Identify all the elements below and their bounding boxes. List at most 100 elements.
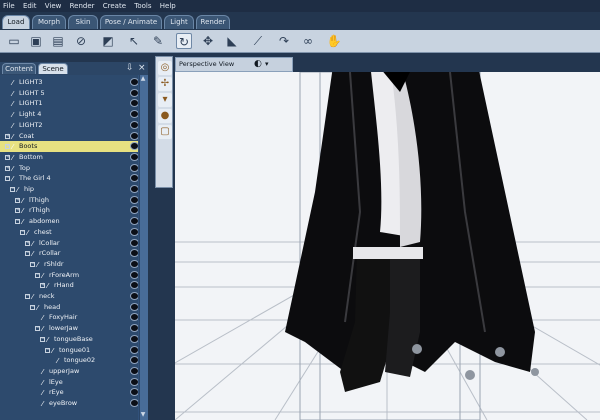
tree-row[interactable]: − ⁄ tongue01 <box>0 345 148 356</box>
tree-row[interactable]: + ⁄ rThigh <box>0 205 148 216</box>
tree-row[interactable]: ⁄ FoxyHair <box>0 312 148 323</box>
tree-row[interactable]: ⁄ LIGHT1 <box>0 98 148 109</box>
taper-icon[interactable]: ∞ <box>300 33 316 49</box>
close-icon[interactable]: ⊘ <box>73 33 89 49</box>
perspective-viewport[interactable] <box>175 72 600 420</box>
tree-row[interactable]: − ⁄ neck <box>0 291 148 302</box>
menu-create[interactable]: Create <box>100 0 129 10</box>
tree-row[interactable]: ⁄ rEye <box>0 387 148 398</box>
frame-view-icon[interactable]: ▢ <box>158 125 172 139</box>
twist-icon[interactable]: ↷ <box>276 33 292 49</box>
tab-morph[interactable]: Morph <box>32 15 66 29</box>
menu-edit[interactable]: Edit <box>20 0 40 10</box>
tree-row[interactable]: + ⁄ Bottom <box>0 152 148 163</box>
tree-row[interactable]: − ⁄ hip <box>0 184 148 195</box>
tab-pose-animate[interactable]: Pose / Animate <box>100 15 162 29</box>
expand-toggle-icon[interactable]: − <box>15 219 20 225</box>
dolly-view-icon[interactable]: ▾ <box>158 93 172 107</box>
tree-row[interactable]: − ⁄ abdomen <box>0 216 148 227</box>
expand-toggle-icon[interactable]: − <box>25 294 30 299</box>
expand-toggle-icon[interactable]: − <box>20 229 25 235</box>
tree-row-label: neck <box>39 292 55 300</box>
save-icon[interactable]: ▤ <box>50 33 66 49</box>
pin-icon[interactable]: ⇩ <box>126 63 134 73</box>
tree-row[interactable]: − ⁄ The Girl 4 <box>0 173 148 184</box>
expand-toggle-icon[interactable]: + <box>25 240 30 246</box>
expand-toggle-icon[interactable]: + <box>5 165 10 171</box>
tree-row-label: rHand <box>54 281 74 290</box>
select-icon[interactable]: ↖ <box>126 33 142 49</box>
tree-row[interactable]: + ⁄ Boots <box>0 141 148 153</box>
expand-toggle-icon[interactable]: + <box>5 133 10 139</box>
tab-render[interactable]: Render <box>196 15 230 29</box>
viewport-title[interactable]: Perspective View <box>179 58 234 71</box>
node-icon: ⁄ <box>42 400 44 408</box>
expand-toggle-icon[interactable]: + <box>15 208 20 214</box>
rotate-view-icon[interactable]: ◎ <box>158 61 172 75</box>
tree-row[interactable]: − ⁄ tongueBase <box>0 334 148 345</box>
expand-toggle-icon[interactable]: − <box>35 272 40 278</box>
morph-icon[interactable]: ✋ <box>326 33 342 49</box>
expand-toggle-icon[interactable]: − <box>30 304 35 310</box>
scale-icon[interactable]: ◣ <box>224 33 240 49</box>
menu-help[interactable]: Help <box>157 0 179 10</box>
tree-row[interactable]: + ⁄ Coat <box>0 131 148 142</box>
tab-load[interactable]: Load <box>2 15 30 29</box>
tree-row[interactable]: − ⁄ rShldr <box>0 259 148 270</box>
tree-row[interactable]: ⁄ LIGHT3 <box>0 77 148 88</box>
tree-row[interactable]: − ⁄ rCollar <box>0 248 148 259</box>
rotate-icon[interactable]: ↻ <box>176 33 192 49</box>
expand-toggle-icon[interactable]: + <box>15 197 20 203</box>
edit-icon[interactable]: ✎ <box>150 33 166 49</box>
expand-toggle-icon[interactable]: − <box>45 347 50 353</box>
tab-light[interactable]: Light <box>164 15 194 29</box>
expand-toggle-icon[interactable]: − <box>25 251 30 257</box>
expand-toggle-icon[interactable]: − <box>5 176 10 182</box>
menu-render[interactable]: Render <box>67 0 98 10</box>
menu-view[interactable]: View <box>42 0 65 10</box>
pan-view-icon[interactable]: ✢ <box>158 77 172 91</box>
tree-row[interactable]: − ⁄ head <box>0 302 148 313</box>
tree-row[interactable]: ⁄ eyeBrow <box>0 398 148 409</box>
tab-scene[interactable]: Scene <box>38 63 68 74</box>
close-panel-icon[interactable]: × <box>138 63 146 73</box>
room-tabs: Load Morph Skin Pose / Animate Light Ren… <box>0 14 600 30</box>
expand-toggle-icon[interactable]: + <box>5 154 10 160</box>
tree-row[interactable]: + ⁄ lCollar <box>0 238 148 249</box>
tab-skin[interactable]: Skin <box>68 15 98 29</box>
tree-row[interactable]: + ⁄ lThigh <box>0 195 148 206</box>
new-icon[interactable]: ▭ <box>6 33 22 49</box>
scrollbar[interactable]: ▲ ▼ <box>138 75 148 420</box>
scroll-up-icon[interactable]: ▲ <box>139 75 147 83</box>
menu-tools[interactable]: Tools <box>131 0 154 10</box>
tree-row[interactable]: ⁄ LIGHT 5 <box>0 88 148 99</box>
tree-row[interactable]: ⁄ tongue02 <box>0 355 148 366</box>
tab-content[interactable]: Content <box>2 63 36 74</box>
expand-toggle-icon[interactable]: − <box>30 261 35 267</box>
tree-row[interactable]: − ⁄ chest <box>0 227 148 238</box>
tree-row[interactable]: + ⁄ rHand <box>0 280 148 291</box>
sphere-icon[interactable]: ◐ <box>254 58 262 71</box>
open-icon[interactable]: ▣ <box>28 33 44 49</box>
tree-row[interactable]: ⁄ Light 4 <box>0 109 148 120</box>
tree-row[interactable]: ⁄ upperJaw <box>0 366 148 377</box>
dropdown-arrow-icon[interactable]: ▾ <box>265 58 269 71</box>
tree-row[interactable]: − ⁄ lowerJaw <box>0 323 148 334</box>
scroll-down-icon[interactable]: ▼ <box>139 411 147 419</box>
tree-row[interactable]: + ⁄ Top <box>0 163 148 174</box>
expand-toggle-icon[interactable]: + <box>5 144 10 150</box>
tree-row[interactable]: − ⁄ rForeArm <box>0 270 148 281</box>
zoom-view-icon[interactable]: ● <box>158 109 172 123</box>
tree-row[interactable]: ⁄ lEye <box>0 377 148 388</box>
menu-file[interactable]: File <box>0 0 18 10</box>
viewport-header[interactable]: Perspective View ◐ ▾ <box>175 57 293 72</box>
bend-icon[interactable]: ⟋ <box>250 33 266 49</box>
expand-toggle-icon[interactable]: + <box>40 283 45 289</box>
scene-icon[interactable]: ◩ <box>100 33 116 49</box>
expand-toggle-icon[interactable]: − <box>40 336 45 342</box>
tree-row[interactable]: ⁄ LIGHT2 <box>0 120 148 131</box>
move-icon[interactable]: ✥ <box>200 33 216 49</box>
expand-toggle-icon[interactable]: − <box>10 187 15 192</box>
scrollbar-thumb[interactable] <box>139 75 148 420</box>
expand-toggle-icon[interactable]: − <box>35 326 40 332</box>
